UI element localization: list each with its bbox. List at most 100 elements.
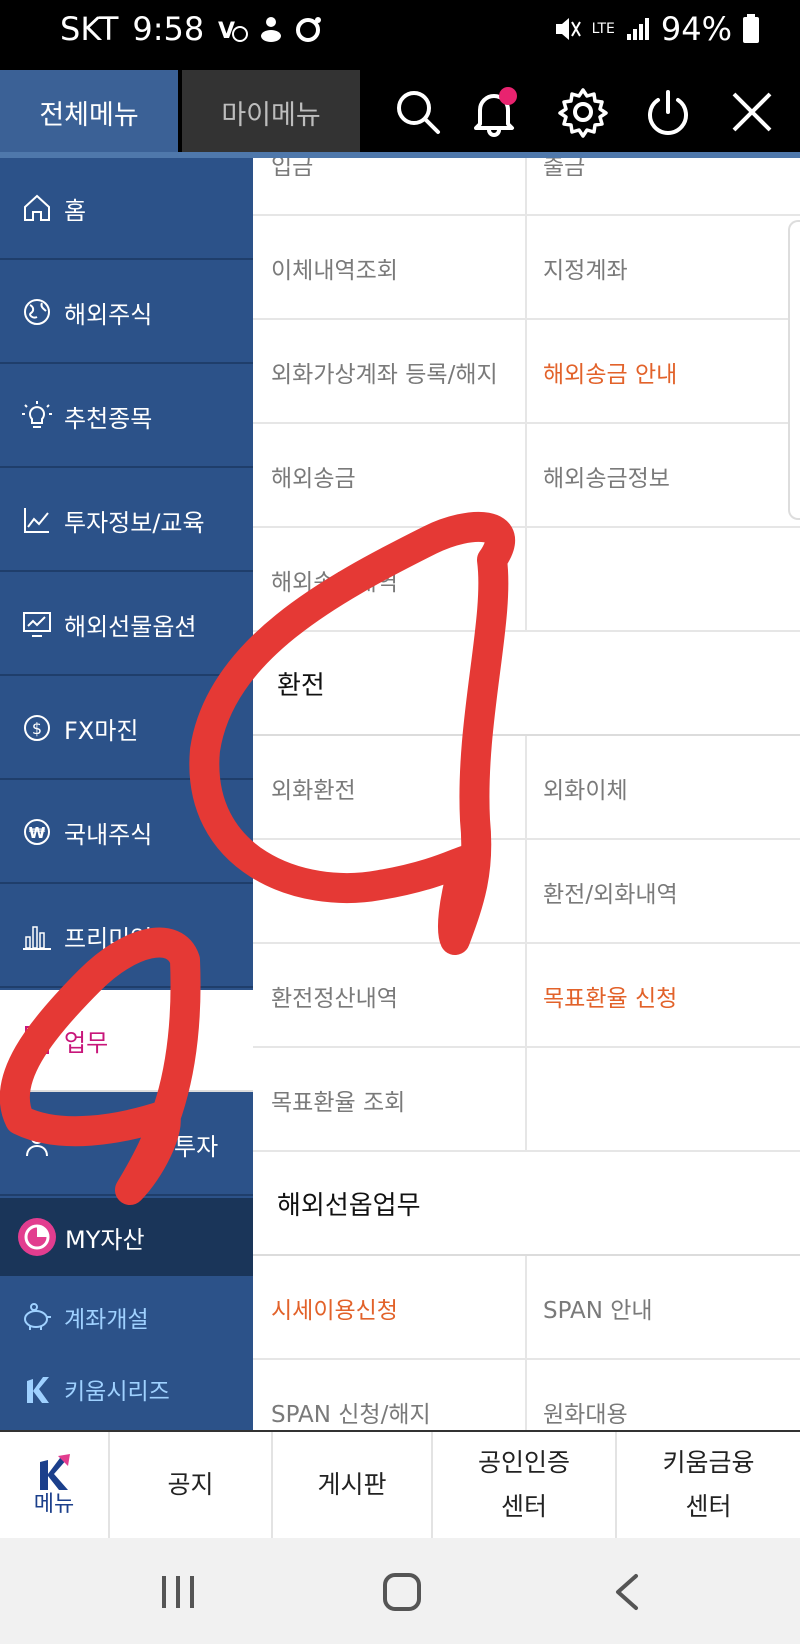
bottom-menu-button[interactable]: 메뉴 bbox=[0, 1432, 110, 1538]
tab-all-menu[interactable]: 전체메뉴 bbox=[0, 70, 178, 154]
sidebar-item-domestic-stock[interactable]: ₩ 국내주식 bbox=[0, 782, 253, 884]
sidebar-item-label: 홈 bbox=[64, 196, 87, 225]
bottom-cert-center-label-2: 센터 bbox=[500, 1492, 547, 1521]
menu-item-won-collateral[interactable]: 원화대용 bbox=[543, 1360, 793, 1430]
bottom-finance-center-button[interactable]: 키움금융 센터 bbox=[617, 1432, 800, 1538]
menu-item-exchange-settlement[interactable]: 환전정산내역 bbox=[271, 944, 521, 1048]
section-header-exchange: 환전 bbox=[253, 632, 800, 736]
android-nav-bar bbox=[0, 1538, 800, 1644]
column-divider bbox=[525, 424, 527, 528]
menu-item-empty bbox=[543, 528, 793, 632]
sidebar-item-fx-margin[interactable]: $ FX마진 bbox=[0, 678, 253, 780]
sidebar-item-home[interactable]: 홈 bbox=[0, 158, 253, 260]
menu-item-exchange-history[interactable]: 환전/외화내역 bbox=[543, 840, 793, 944]
bottom-finance-center-label-2: 센터 bbox=[685, 1492, 732, 1521]
network-type: LTE bbox=[591, 21, 615, 37]
bottom-notice-label: 공지 bbox=[167, 1470, 214, 1499]
back-icon[interactable] bbox=[612, 1572, 642, 1612]
search-icon[interactable] bbox=[388, 82, 448, 142]
person-icon bbox=[20, 1127, 54, 1161]
bottom-cert-center-label-1: 공인인증 bbox=[477, 1448, 570, 1477]
menu-row: 해외송금내역 bbox=[253, 528, 800, 632]
column-divider bbox=[525, 944, 527, 1048]
menu-item-currency-transfer[interactable]: 외화이체 bbox=[543, 736, 793, 840]
recent-apps-icon[interactable] bbox=[158, 1572, 198, 1612]
battery-icon bbox=[743, 14, 759, 43]
sidebar-item-premium[interactable]: 프리미엄 bbox=[0, 886, 253, 988]
column-divider bbox=[525, 320, 527, 424]
sidebar-item-open-account[interactable]: 계좌개설 bbox=[0, 1282, 253, 1352]
scroll-handle[interactable] bbox=[788, 220, 800, 520]
column-divider bbox=[525, 736, 527, 840]
my-assets-label: MY자산 bbox=[65, 1225, 145, 1254]
section-header-futures: 해외선옵업무 bbox=[253, 1152, 800, 1256]
sidebar-item-label: 추천종목 bbox=[64, 404, 153, 433]
menu-item-span-guide[interactable]: SPAN 안내 bbox=[543, 1256, 793, 1360]
menu-item-deposit[interactable]: 입금 bbox=[271, 158, 521, 216]
menu-item-remittance-history[interactable]: 해외송금내역 bbox=[271, 528, 521, 632]
sidebar-my-assets[interactable]: MY자산 bbox=[0, 1198, 253, 1276]
sidebar-item-label: 키움시리즈 bbox=[64, 1379, 170, 1405]
sidebar-item-kiwoom-series[interactable]: 키움시리즈 bbox=[0, 1354, 253, 1424]
pie-chart-icon bbox=[17, 1217, 57, 1257]
gear-icon[interactable] bbox=[553, 82, 613, 142]
bell-icon[interactable] bbox=[464, 82, 524, 142]
menu-item-transfer-history[interactable]: 이체내역조회 bbox=[271, 216, 521, 320]
column-divider bbox=[525, 216, 527, 320]
status-right: LTE 94% bbox=[552, 10, 760, 48]
menu-item-withdraw[interactable]: 출금 bbox=[543, 158, 793, 216]
status-notification-icons: V bbox=[218, 14, 324, 44]
top-header: 전체메뉴 마이메뉴 bbox=[0, 70, 800, 154]
camera-icon bbox=[296, 17, 322, 42]
menu-item-target-rate-query[interactable]: 목표환율 조회 bbox=[271, 1048, 521, 1152]
menu-item-remittance-info[interactable]: 해외송금정보 bbox=[543, 424, 793, 528]
bottom-notice-button[interactable]: 공지 bbox=[110, 1432, 273, 1538]
svg-text:$: $ bbox=[32, 719, 42, 738]
checklist-icon bbox=[20, 1023, 54, 1057]
menu-item-span-apply[interactable]: SPAN 신청/해지 bbox=[271, 1360, 521, 1430]
menu-row: SPAN 신청/해지 원화대용 bbox=[253, 1360, 800, 1430]
column-divider bbox=[525, 1256, 527, 1360]
battery-percent: 94% bbox=[660, 10, 732, 48]
sidebar-item-label: FX마진 bbox=[64, 716, 139, 745]
sidebar-item-invest[interactable]: 투자 bbox=[0, 1094, 253, 1196]
home-button-icon[interactable] bbox=[382, 1572, 422, 1612]
column-divider bbox=[525, 840, 527, 944]
sidebar-item-overseas-futures[interactable]: 해외선물옵션 bbox=[0, 574, 253, 676]
sidebar-item-invest-info[interactable]: 투자정보/교육 bbox=[0, 470, 253, 572]
menu-item-currency-exchange[interactable]: 외화환전 bbox=[271, 736, 521, 840]
sidebar-item-business[interactable]: 업무 bbox=[0, 990, 253, 1092]
sidebar-item-recommended[interactable]: 추천종목 bbox=[0, 366, 253, 468]
close-icon[interactable] bbox=[722, 82, 782, 142]
menu-row: 입금 출금 bbox=[253, 158, 800, 216]
lightbulb-icon bbox=[20, 399, 54, 433]
bottom-board-label: 게시판 bbox=[317, 1470, 387, 1499]
menu-item-obscured[interactable] bbox=[271, 840, 521, 944]
tab-my-menu[interactable]: 마이메뉴 bbox=[182, 70, 360, 154]
menu-item-designated-account[interactable]: 지정계좌 bbox=[543, 216, 793, 320]
menu-item-target-rate-apply[interactable]: 목표환율 신청 bbox=[543, 944, 793, 1048]
monitor-chart-icon bbox=[20, 607, 54, 641]
menu-item-virtual-account[interactable]: 외화가상계좌 등록/해지 bbox=[271, 320, 521, 424]
menu-row: 시세이용신청 SPAN 안내 bbox=[253, 1256, 800, 1360]
bottom-cert-center-button[interactable]: 공인인증 센터 bbox=[433, 1432, 617, 1538]
menu-row: 외화환전 외화이체 bbox=[253, 736, 800, 840]
home-icon bbox=[20, 191, 54, 225]
signal-icon bbox=[626, 18, 649, 40]
sidebar-item-overseas-stock[interactable]: 해외주식 bbox=[0, 262, 253, 364]
volte-icon: V bbox=[218, 19, 249, 44]
menu-item-quote-usage[interactable]: 시세이용신청 bbox=[271, 1256, 521, 1360]
carrier: SKT bbox=[60, 10, 119, 48]
won-icon: ₩ bbox=[20, 815, 54, 849]
menu-item-remittance-guide[interactable]: 해외송금 안내 bbox=[543, 320, 793, 424]
bottom-finance-center-label-1: 키움금융 bbox=[662, 1448, 755, 1477]
app-notification-icon bbox=[261, 17, 282, 42]
dollar-icon: $ bbox=[20, 711, 54, 745]
globe-icon bbox=[20, 295, 54, 329]
menu-row: 목표환율 조회 bbox=[253, 1048, 800, 1152]
bar-chart-icon bbox=[20, 919, 54, 953]
menu-item-remittance[interactable]: 해외송금 bbox=[271, 424, 521, 528]
power-icon[interactable] bbox=[638, 82, 698, 142]
column-divider bbox=[525, 158, 527, 216]
bottom-board-button[interactable]: 게시판 bbox=[273, 1432, 433, 1538]
